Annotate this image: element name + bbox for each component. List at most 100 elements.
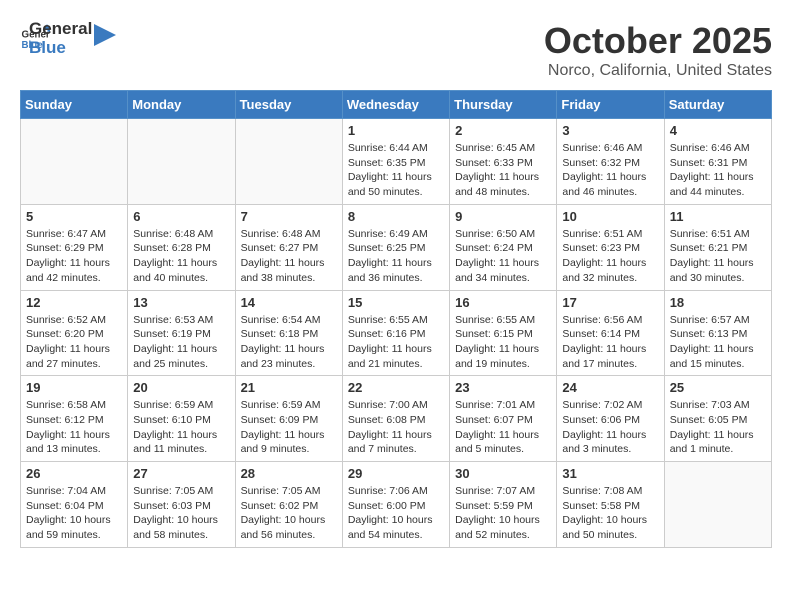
day-number: 2 (455, 123, 551, 138)
calendar-day-cell: 26Sunrise: 7:04 AM Sunset: 6:04 PM Dayli… (21, 462, 128, 548)
day-number: 17 (562, 295, 658, 310)
calendar-day-cell: 11 Sunrise: 6:51 AM Sunset: 6:21 PM Dayli… (664, 204, 771, 290)
calendar-day-cell (664, 462, 771, 548)
day-info: Sunrise: 6:47 AM Sunset: 6:29 PM Dayligh… (26, 227, 122, 286)
calendar-day-cell (21, 119, 128, 205)
calendar-day-cell: 7Sunrise: 6:48 AM Sunset: 6:27 PM Daylig… (235, 204, 342, 290)
day-info: Sunrise: 6:57 AM Sunset: 6:13 PM Dayligh… (670, 313, 766, 372)
calendar-day-cell (235, 119, 342, 205)
day-info: Sunrise: 6:55 AM Sunset: 6:15 PM Dayligh… (455, 313, 551, 372)
calendar-day-cell: 23 Sunrise: 7:01 AM Sunset: 6:07 PM Dayli… (450, 376, 557, 462)
calendar-day-cell: 25 Sunrise: 7:03 AM Sunset: 6:05 PM Dayli… (664, 376, 771, 462)
day-info: Sunrise: 6:53 AM Sunset: 6:19 PM Dayligh… (133, 313, 229, 372)
calendar-day-cell: 16 Sunrise: 6:55 AM Sunset: 6:15 PM Dayli… (450, 290, 557, 376)
day-number: 13 (133, 295, 229, 310)
calendar-day-cell: 15Sunrise: 6:55 AM Sunset: 6:16 PM Dayli… (342, 290, 449, 376)
calendar-header-row: SundayMondayTuesdayWednesdayThursdayFrid… (21, 91, 772, 119)
calendar-week-row: 26Sunrise: 7:04 AM Sunset: 6:04 PM Dayli… (21, 462, 772, 548)
day-info: Sunrise: 7:00 AM Sunset: 6:08 PM Dayligh… (348, 398, 444, 457)
day-number: 24 (562, 380, 658, 395)
day-info: Sunrise: 6:46 AM Sunset: 6:31 PM Dayligh… (670, 141, 766, 200)
calendar-day-cell: 14 Sunrise: 6:54 AM Sunset: 6:18 PM Dayli… (235, 290, 342, 376)
day-info: Sunrise: 6:50 AM Sunset: 6:24 PM Dayligh… (455, 227, 551, 286)
day-info: Sunrise: 6:56 AM Sunset: 6:14 PM Dayligh… (562, 313, 658, 372)
day-number: 18 (670, 295, 766, 310)
calendar-day-cell: 29 Sunrise: 7:06 AM Sunset: 6:00 PM Dayli… (342, 462, 449, 548)
day-info: Sunrise: 6:59 AM Sunset: 6:09 PM Dayligh… (241, 398, 337, 457)
calendar-day-cell: 13 Sunrise: 6:53 AM Sunset: 6:19 PM Dayli… (128, 290, 235, 376)
calendar-day-cell: 27 Sunrise: 7:05 AM Sunset: 6:03 PM Dayli… (128, 462, 235, 548)
calendar-day-cell: 12 Sunrise: 6:52 AM Sunset: 6:20 PM Dayli… (21, 290, 128, 376)
logo-arrow-icon (94, 24, 116, 46)
calendar-day-cell: 21Sunrise: 6:59 AM Sunset: 6:09 PM Dayli… (235, 376, 342, 462)
day-number: 29 (348, 466, 444, 481)
calendar-day-cell: 1Sunrise: 6:44 AM Sunset: 6:35 PM Daylig… (342, 119, 449, 205)
day-number: 14 (241, 295, 337, 310)
day-info: Sunrise: 6:46 AM Sunset: 6:32 PM Dayligh… (562, 141, 658, 200)
day-info: Sunrise: 7:01 AM Sunset: 6:07 PM Dayligh… (455, 398, 551, 457)
calendar-day-cell: 4 Sunrise: 6:46 AM Sunset: 6:31 PM Daylig… (664, 119, 771, 205)
page-header: General Blue General Blue October 2025 N… (20, 20, 772, 80)
calendar-day-cell: 31 Sunrise: 7:08 AM Sunset: 5:58 PM Dayli… (557, 462, 664, 548)
day-number: 9 (455, 209, 551, 224)
day-info: Sunrise: 6:55 AM Sunset: 6:16 PM Dayligh… (348, 313, 444, 372)
day-number: 11 (670, 209, 766, 224)
day-info: Sunrise: 6:54 AM Sunset: 6:18 PM Dayligh… (241, 313, 337, 372)
day-number: 27 (133, 466, 229, 481)
calendar-weekday-header: Sunday (21, 91, 128, 119)
day-info: Sunrise: 7:03 AM Sunset: 6:05 PM Dayligh… (670, 398, 766, 457)
calendar-day-cell: 9 Sunrise: 6:50 AM Sunset: 6:24 PM Daylig… (450, 204, 557, 290)
day-number: 31 (562, 466, 658, 481)
day-info: Sunrise: 7:07 AM Sunset: 5:59 PM Dayligh… (455, 484, 551, 543)
day-info: Sunrise: 6:51 AM Sunset: 6:21 PM Dayligh… (670, 227, 766, 286)
day-number: 23 (455, 380, 551, 395)
calendar-day-cell: 19 Sunrise: 6:58 AM Sunset: 6:12 PM Dayli… (21, 376, 128, 462)
day-info: Sunrise: 6:59 AM Sunset: 6:10 PM Dayligh… (133, 398, 229, 457)
day-number: 10 (562, 209, 658, 224)
calendar-day-cell: 28 Sunrise: 7:05 AM Sunset: 6:02 PM Dayli… (235, 462, 342, 548)
day-info: Sunrise: 7:05 AM Sunset: 6:03 PM Dayligh… (133, 484, 229, 543)
month-title: October 2025 (544, 20, 772, 62)
day-number: 8 (348, 209, 444, 224)
calendar-week-row: 5Sunrise: 6:47 AM Sunset: 6:29 PM Daylig… (21, 204, 772, 290)
calendar-weekday-header: Wednesday (342, 91, 449, 119)
day-number: 19 (26, 380, 122, 395)
day-number: 30 (455, 466, 551, 481)
calendar-table: SundayMondayTuesdayWednesdayThursdayFrid… (20, 90, 772, 548)
title-block: October 2025 Norco, California, United S… (544, 20, 772, 80)
calendar-day-cell: 2 Sunrise: 6:45 AM Sunset: 6:33 PM Daylig… (450, 119, 557, 205)
calendar-week-row: 19 Sunrise: 6:58 AM Sunset: 6:12 PM Dayli… (21, 376, 772, 462)
logo-blue-text: Blue (29, 39, 92, 58)
day-info: Sunrise: 7:06 AM Sunset: 6:00 PM Dayligh… (348, 484, 444, 543)
day-number: 3 (562, 123, 658, 138)
day-info: Sunrise: 6:45 AM Sunset: 6:33 PM Dayligh… (455, 141, 551, 200)
day-number: 22 (348, 380, 444, 395)
calendar-day-cell: 18 Sunrise: 6:57 AM Sunset: 6:13 PM Dayli… (664, 290, 771, 376)
calendar-day-cell: 17 Sunrise: 6:56 AM Sunset: 6:14 PM Dayli… (557, 290, 664, 376)
location-title: Norco, California, United States (544, 62, 772, 80)
day-number: 26 (26, 466, 122, 481)
calendar-day-cell: 20 Sunrise: 6:59 AM Sunset: 6:10 PM Dayli… (128, 376, 235, 462)
day-number: 12 (26, 295, 122, 310)
day-info: Sunrise: 6:52 AM Sunset: 6:20 PM Dayligh… (26, 313, 122, 372)
day-number: 16 (455, 295, 551, 310)
calendar-day-cell: 3 Sunrise: 6:46 AM Sunset: 6:32 PM Daylig… (557, 119, 664, 205)
day-info: Sunrise: 6:58 AM Sunset: 6:12 PM Dayligh… (26, 398, 122, 457)
day-info: Sunrise: 7:02 AM Sunset: 6:06 PM Dayligh… (562, 398, 658, 457)
day-number: 28 (241, 466, 337, 481)
calendar-day-cell: 5Sunrise: 6:47 AM Sunset: 6:29 PM Daylig… (21, 204, 128, 290)
day-number: 1 (348, 123, 444, 138)
day-number: 25 (670, 380, 766, 395)
logo: General Blue General Blue (20, 20, 116, 57)
calendar-day-cell: 30 Sunrise: 7:07 AM Sunset: 5:59 PM Dayli… (450, 462, 557, 548)
day-info: Sunrise: 6:48 AM Sunset: 6:28 PM Dayligh… (133, 227, 229, 286)
calendar-day-cell: 6Sunrise: 6:48 AM Sunset: 6:28 PM Daylig… (128, 204, 235, 290)
day-number: 20 (133, 380, 229, 395)
calendar-day-cell: 8 Sunrise: 6:49 AM Sunset: 6:25 PM Daylig… (342, 204, 449, 290)
day-info: Sunrise: 6:49 AM Sunset: 6:25 PM Dayligh… (348, 227, 444, 286)
calendar-week-row: 1Sunrise: 6:44 AM Sunset: 6:35 PM Daylig… (21, 119, 772, 205)
day-number: 4 (670, 123, 766, 138)
day-info: Sunrise: 7:05 AM Sunset: 6:02 PM Dayligh… (241, 484, 337, 543)
calendar-day-cell: 10Sunrise: 6:51 AM Sunset: 6:23 PM Dayli… (557, 204, 664, 290)
day-info: Sunrise: 7:08 AM Sunset: 5:58 PM Dayligh… (562, 484, 658, 543)
